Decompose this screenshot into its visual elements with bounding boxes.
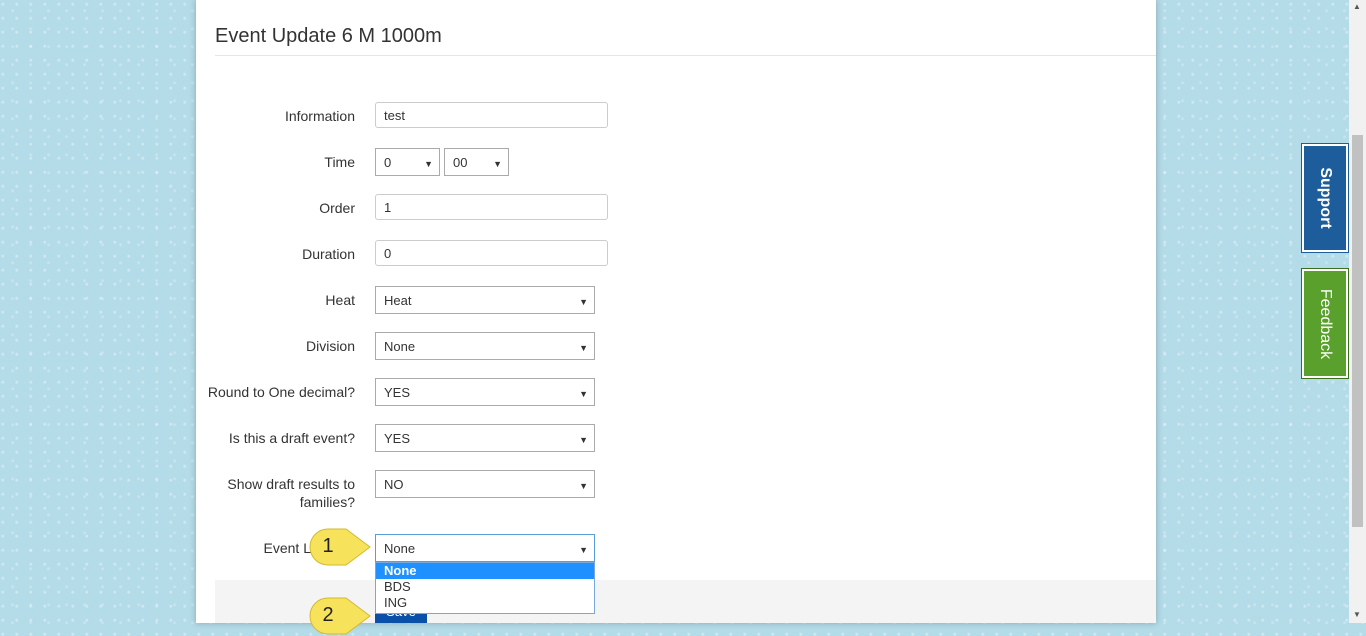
page-title: Event Update 6 M 1000m [215, 25, 442, 47]
information-label: Information [284, 108, 355, 124]
time-label: Time [324, 154, 355, 170]
duration-label: Duration [302, 246, 355, 262]
chevron-down-icon: ▼ [579, 435, 588, 445]
show-draft-label-line2: families? [299, 494, 355, 510]
chevron-down-icon: ▼ [579, 343, 588, 353]
heat-value: Heat [384, 293, 412, 308]
callout-1-number: 1 [322, 535, 334, 557]
order-input[interactable]: 1 [375, 194, 608, 220]
feedback-tab[interactable]: Feedback [1301, 268, 1349, 379]
scroll-thumb[interactable] [1352, 135, 1363, 527]
callout-2: 2 [308, 596, 371, 635]
division-select[interactable]: None ▼ [375, 332, 595, 360]
show-draft-label-line1: Show draft results to [227, 476, 355, 492]
draft-value: YES [384, 431, 411, 446]
time-hour-value: 0 [384, 155, 392, 170]
time-minute-select[interactable]: 00 ▼ [444, 148, 509, 176]
event-l-label: Event L [263, 540, 311, 556]
form-panel: Event Update 6 M 1000m Information test … [196, 0, 1156, 635]
callout-2-number: 2 [322, 604, 334, 626]
heat-label: Heat [325, 292, 355, 308]
time-minute-value: 00 [453, 155, 468, 170]
event-l-select[interactable]: None ▼ [375, 534, 595, 562]
scroll-down-icon[interactable]: ▼ [1353, 610, 1361, 619]
show-draft-value: NO [384, 477, 404, 492]
support-tab[interactable]: Support [1301, 143, 1349, 253]
chevron-down-icon: ▼ [579, 297, 588, 307]
chevron-down-icon: ▼ [579, 481, 588, 491]
title-divider [215, 55, 1156, 56]
round-select[interactable]: YES ▼ [375, 378, 595, 406]
show-draft-select[interactable]: NO ▼ [375, 470, 595, 498]
time-hour-select[interactable]: 0 ▼ [375, 148, 440, 176]
dropdown-option-none[interactable]: None [376, 563, 594, 579]
show-draft-label: Show draft results to families? [185, 475, 355, 511]
division-label: Division [305, 338, 355, 354]
support-tab-label: Support [1317, 167, 1334, 229]
draft-label: Is this a draft event? [228, 430, 355, 446]
chevron-down-icon: ▼ [424, 159, 433, 169]
round-label: Round to One decimal? [207, 384, 355, 400]
round-value: YES [384, 385, 411, 400]
dropdown-option-bds[interactable]: BDS [376, 579, 594, 595]
scroll-up-icon[interactable]: ▲ [1353, 2, 1361, 11]
draft-select[interactable]: YES ▼ [375, 424, 595, 452]
chevron-down-icon: ▼ [493, 159, 502, 169]
division-value: None [384, 339, 416, 354]
order-label: Order [319, 200, 355, 216]
heat-select[interactable]: Heat ▼ [375, 286, 595, 314]
information-input[interactable]: test [375, 102, 608, 128]
dropdown-option-ing[interactable]: ING [376, 595, 594, 611]
event-l-value: None [384, 541, 416, 556]
event-l-dropdown: None BDS ING [375, 562, 595, 614]
chevron-down-icon: ▼ [579, 389, 588, 399]
feedback-tab-label: Feedback [1317, 288, 1334, 359]
chevron-down-icon: ▼ [579, 545, 588, 555]
callout-1: 1 [308, 527, 371, 566]
duration-input[interactable]: 0 [375, 240, 608, 266]
page-scrollbar[interactable]: ▲ ▼ [1349, 0, 1366, 623]
